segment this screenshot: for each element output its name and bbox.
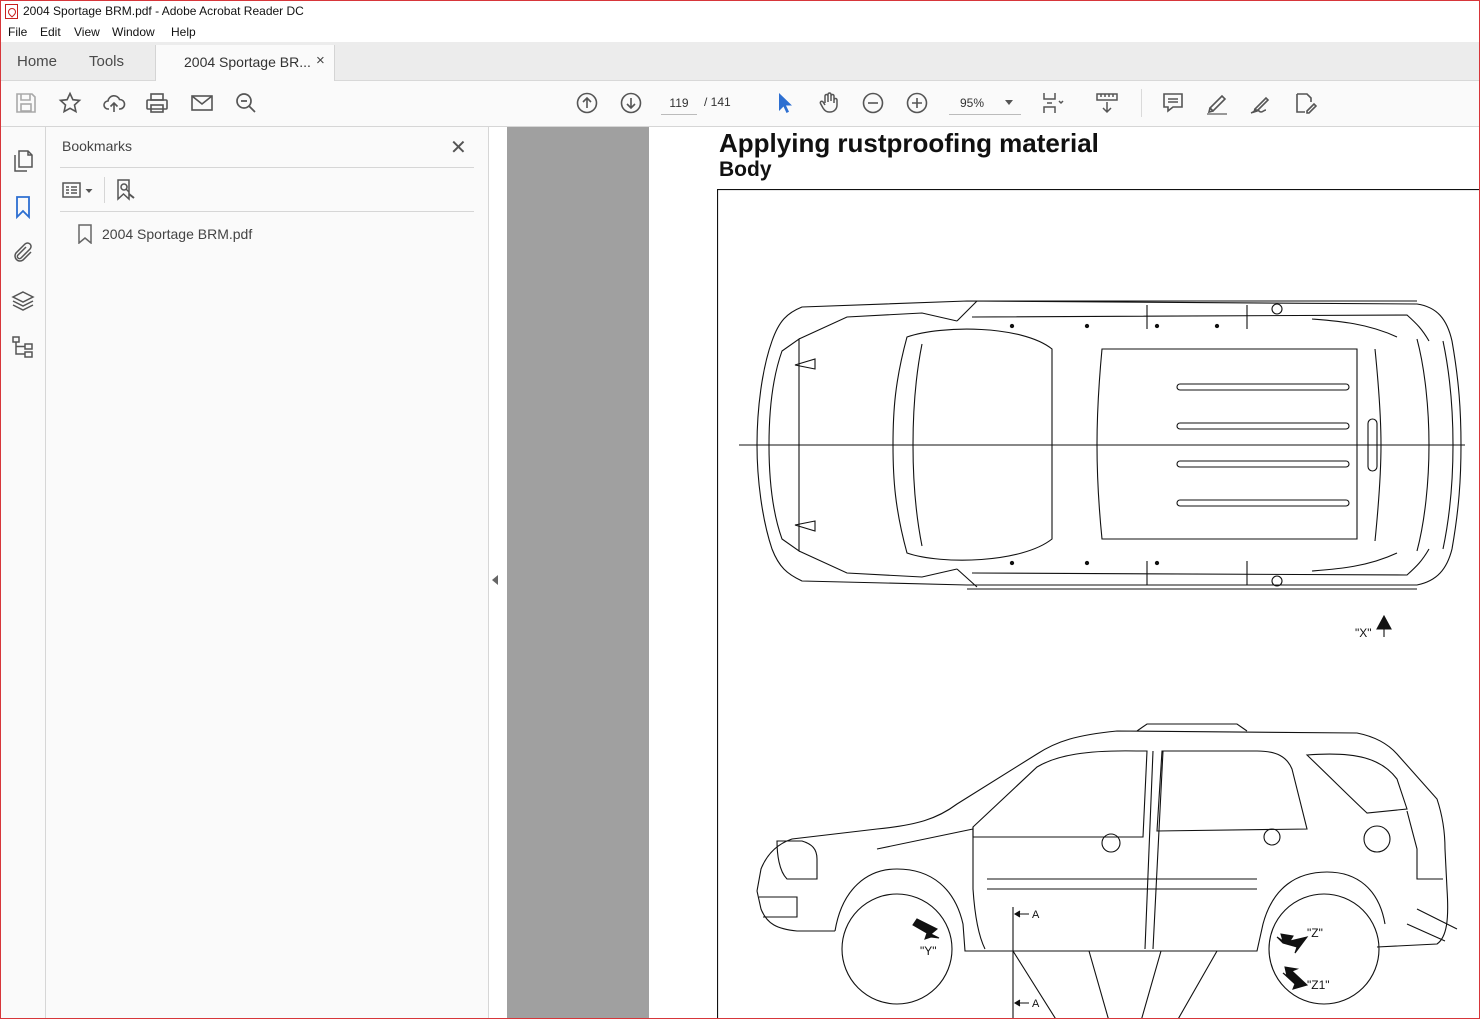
left-rail (1, 127, 46, 1018)
diagram-frame (717, 189, 1479, 1018)
chevron-down-icon (1005, 100, 1013, 105)
acrobat-app-icon (5, 4, 18, 19)
save-icon[interactable] (13, 90, 39, 116)
star-icon[interactable] (57, 90, 83, 116)
layers-icon[interactable] (11, 289, 35, 313)
page-number-input[interactable]: 119 (661, 92, 697, 115)
page-up-icon[interactable] (574, 90, 600, 116)
tab-document-label: 2004 Sportage BR... (184, 54, 311, 70)
label-y: "Y" (920, 944, 937, 958)
menu-bar: File Edit View Window Help (1, 22, 1479, 42)
collapse-panel-icon[interactable] (492, 575, 498, 585)
upload-icon[interactable] (101, 90, 127, 116)
page-title: Applying rustproofing material (719, 128, 1099, 158)
panel-separator (104, 177, 105, 203)
edit-pdf-icon[interactable] (1292, 90, 1318, 116)
label-a-top: A (1032, 909, 1040, 921)
label-x: "X" (1355, 626, 1372, 640)
label-z1: "Z1" (1307, 978, 1330, 992)
page-down-icon[interactable] (618, 90, 644, 116)
email-icon[interactable] (189, 90, 215, 116)
arrow-z1-icon (1282, 966, 1309, 990)
menu-window[interactable]: Window (112, 25, 155, 39)
vehicle-side-view (756, 723, 1458, 1005)
toolbar-separator (1141, 89, 1142, 117)
find-bookmark-icon[interactable] (113, 178, 137, 202)
hand-icon[interactable] (816, 90, 842, 116)
title-bar: 2004 Sportage BRM.pdf - Adobe Acrobat Re… (1, 1, 1479, 22)
label-z: "Z" (1307, 926, 1323, 940)
attachment-icon[interactable] (11, 241, 35, 265)
bookmarks-panel: Bookmarks ✕ 2004 Sportage BRM.pdf (46, 127, 489, 1018)
panel-divider (60, 167, 474, 168)
acrobat-window: 2004 Sportage BRM.pdf - Adobe Acrobat Re… (0, 0, 1480, 1019)
zoom-in-icon[interactable] (904, 90, 930, 116)
arrow-z-icon (1276, 933, 1309, 954)
arrow-x-icon (1376, 614, 1392, 637)
menu-edit[interactable]: Edit (40, 25, 61, 39)
arrow-y-icon (912, 918, 940, 940)
panel-divider (60, 211, 474, 212)
tab-bar: Home Tools 2004 Sportage BR... × (1, 42, 1479, 81)
label-a-bottom: A (1032, 998, 1040, 1010)
toolbar: 119 / 141 95% (1, 81, 1479, 127)
menu-view[interactable]: View (74, 25, 100, 39)
print-icon[interactable] (144, 90, 170, 116)
page-total: / 141 (704, 95, 731, 109)
window-title: 2004 Sportage BRM.pdf - Adobe Acrobat Re… (23, 4, 304, 18)
search-icon[interactable] (233, 90, 259, 116)
page-display-icon[interactable] (1039, 90, 1065, 116)
document-view[interactable]: Applying rustproofing material Body "X" … (507, 127, 1479, 1018)
spray-lines (1012, 950, 1218, 1018)
highlight-pen-icon[interactable] (1204, 90, 1230, 116)
vehicle-diagram: "X" "Y" "Z" "Z1" A A (717, 189, 1479, 1018)
comment-icon[interactable] (1160, 90, 1186, 116)
page-subtitle: Body (719, 158, 772, 181)
menu-help[interactable]: Help (171, 25, 196, 39)
menu-file[interactable]: File (8, 25, 27, 39)
tab-home[interactable]: Home (17, 53, 57, 70)
tab-tools[interactable]: Tools (89, 53, 124, 70)
scroll-mode-icon[interactable] (1094, 90, 1120, 116)
select-arrow-icon[interactable] (772, 90, 798, 116)
zoom-value: 95% (960, 96, 985, 110)
zoom-select[interactable]: 95% (949, 92, 1021, 115)
bookmark-options-icon[interactable] (62, 180, 96, 200)
bookmark-item-label: 2004 Sportage BRM.pdf (102, 226, 253, 242)
tab-document[interactable]: 2004 Sportage BR... × (155, 45, 335, 81)
bookmark-ribbon-icon (78, 224, 92, 244)
zoom-out-icon[interactable] (860, 90, 886, 116)
bookmarks-header: Bookmarks (62, 138, 133, 154)
sign-icon[interactable] (1248, 90, 1274, 116)
vehicle-top-view (739, 300, 1465, 590)
pages-icon[interactable] (11, 149, 35, 173)
close-icon[interactable]: ✕ (450, 135, 467, 160)
bookmark-icon[interactable] (11, 195, 35, 219)
tree-icon[interactable] (11, 335, 35, 359)
tab-close-icon[interactable]: × (316, 52, 325, 69)
pdf-page: Applying rustproofing material Body "X" … (649, 127, 1479, 1018)
